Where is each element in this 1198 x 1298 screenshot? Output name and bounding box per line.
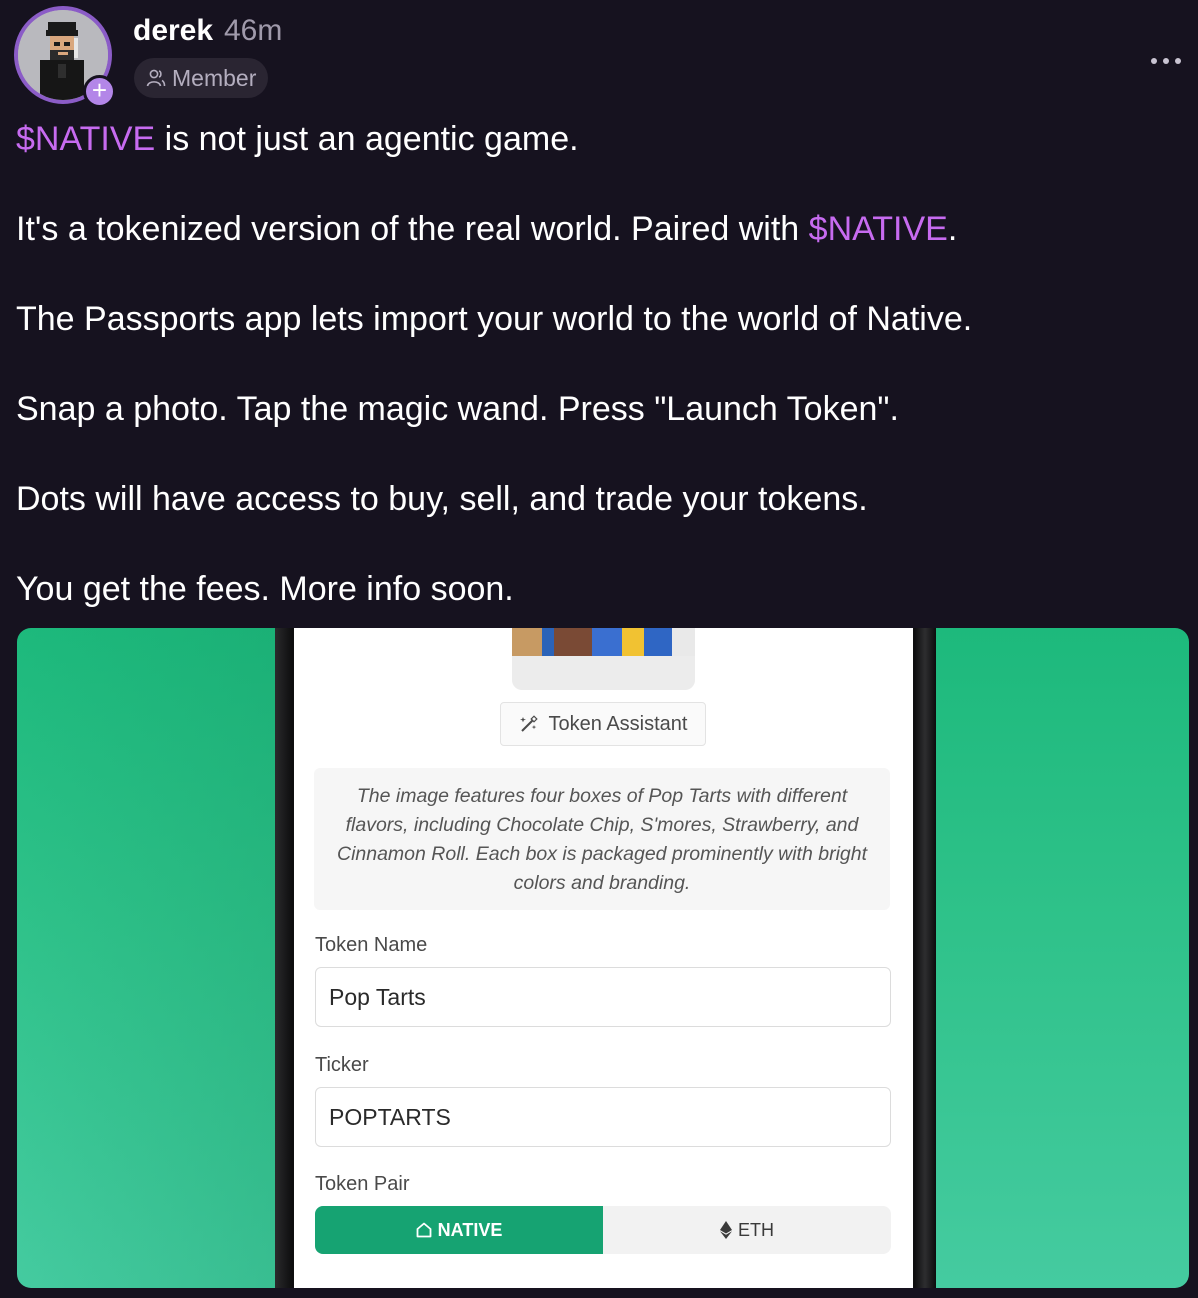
token-assistant-button[interactable]: Token Assistant — [500, 702, 706, 746]
post-text: Snap a photo. Tap the magic wand. Press … — [16, 390, 899, 428]
ticker-link[interactable]: $NATIVE — [809, 210, 948, 248]
post-text: It's a tokenized version of the real wor… — [16, 210, 809, 248]
pair-option-native[interactable]: NATIVE — [315, 1206, 603, 1254]
author-avatar[interactable]: + — [14, 6, 116, 108]
native-logo-icon — [416, 1222, 432, 1238]
role-badge: Member — [134, 58, 269, 98]
ticker-input[interactable]: POPTARTS — [315, 1087, 891, 1147]
token-pair-toggle[interactable]: NATIVE ETH — [315, 1206, 891, 1254]
user-icon — [146, 69, 166, 87]
ticker-link[interactable]: $NATIVE — [16, 120, 155, 158]
post-text: is not just an agentic game. — [155, 120, 579, 158]
post-line: You get the fees. More info soon. — [16, 568, 1176, 610]
post-line: The Passports app lets import your world… — [16, 298, 1176, 340]
token-name-input[interactable]: Pop Tarts — [315, 967, 891, 1027]
token-name-label: Token Name — [315, 934, 428, 956]
follow-plus-icon[interactable]: + — [83, 75, 116, 108]
pair-option-eth[interactable]: ETH — [603, 1206, 891, 1254]
post-line: Dots will have access to buy, sell, and … — [16, 478, 1176, 520]
pair-option-label: NATIVE — [437, 1219, 503, 1240]
post-text: Dots will have access to buy, sell, and … — [16, 480, 868, 518]
token-assistant-label: Token Assistant — [548, 712, 688, 735]
ticker-label: Ticker — [315, 1054, 369, 1076]
post-line: Snap a photo. Tap the magic wand. Press … — [16, 388, 1176, 430]
post-text: . — [947, 210, 958, 248]
post-body: $NATIVE is not just an agentic game. It'… — [16, 118, 1176, 610]
ai-description: The image features four boxes of Pop Tar… — [314, 768, 890, 910]
ethereum-icon — [720, 1221, 732, 1239]
author-name[interactable]: derek — [133, 14, 213, 48]
magic-wand-icon — [519, 715, 538, 732]
role-label: Member — [172, 64, 257, 91]
post-text: You get the fees. More info soon. — [16, 570, 514, 608]
pair-option-label: ETH — [738, 1219, 774, 1240]
post-line: $NATIVE is not just an agentic game. — [16, 118, 1176, 160]
token-pair-label: Token Pair — [315, 1173, 410, 1195]
more-horizontal-icon — [1151, 58, 1157, 64]
phone-screen: Token Assistant The image features four … — [294, 628, 913, 1288]
post-media[interactable]: Token Assistant The image features four … — [17, 628, 1189, 1288]
post-line: It's a tokenized version of the real wor… — [16, 208, 1176, 250]
post-text: The Passports app lets import your world… — [16, 300, 973, 338]
more-options-button[interactable] — [1146, 46, 1186, 76]
post-timestamp: 46m — [224, 14, 283, 47]
product-photo — [512, 628, 695, 690]
